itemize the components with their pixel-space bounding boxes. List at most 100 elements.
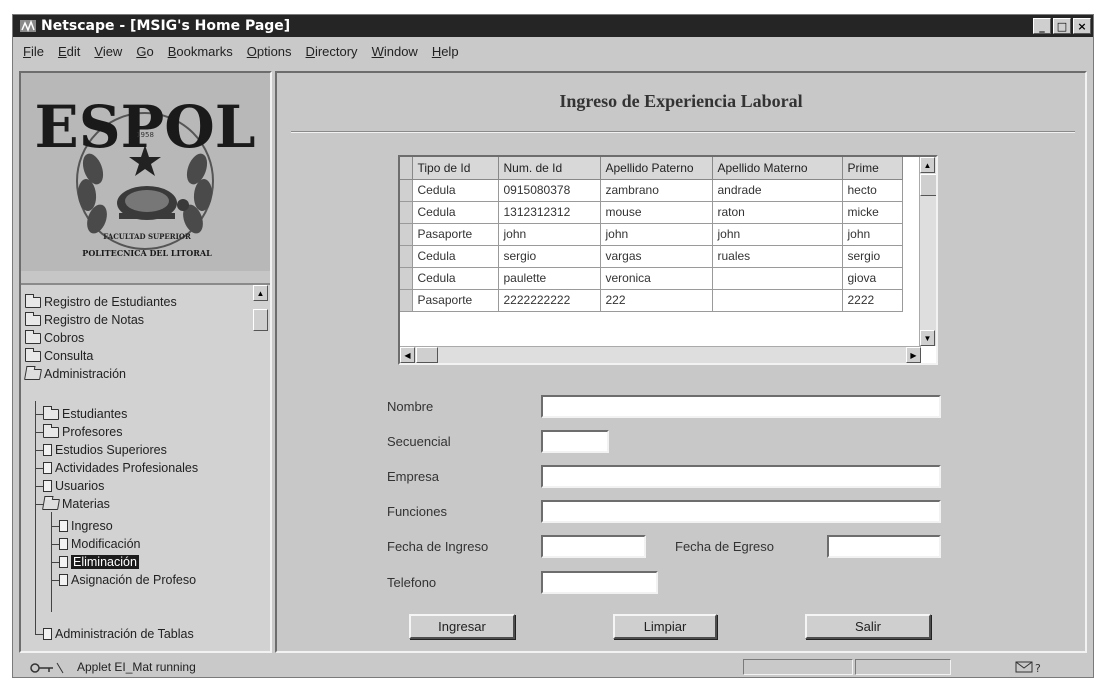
table-vertical-scrollbar[interactable]: ▲ ▼ [919, 157, 936, 346]
telefono-field[interactable] [541, 571, 658, 594]
table-cell[interactable]: andrade [712, 179, 843, 202]
table-row[interactable]: Cedula sergio vargas ruales sergio [400, 245, 903, 268]
fecha-ingreso-field[interactable] [541, 535, 646, 558]
menu-go[interactable]: Go [136, 44, 153, 59]
table-row[interactable]: Pasaporte john john john john [400, 223, 903, 246]
table-cell[interactable]: john [712, 223, 843, 246]
menu-bookmarks[interactable]: Bookmarks [168, 44, 233, 59]
scroll-thumb[interactable] [920, 174, 936, 196]
table-cell[interactable]: 222 [600, 289, 713, 312]
table-cell[interactable]: micke [842, 201, 903, 224]
table-cell[interactable]: john [600, 223, 713, 246]
tree-item-asignacion-profesor[interactable]: Asignación de Profeso [59, 571, 196, 589]
nombre-field[interactable] [541, 395, 941, 418]
tree-item-administracion[interactable]: Administración [24, 365, 126, 383]
table-row[interactable]: Cedula paulette veronica giova [400, 267, 903, 290]
salir-button[interactable]: Salir [805, 614, 931, 639]
table-row[interactable]: Cedula 1312312312 mouse raton micke [400, 201, 903, 224]
tree-item-materias[interactable]: Materias [42, 495, 110, 513]
scroll-down-icon[interactable]: ▼ [920, 330, 935, 346]
folder-open-icon [42, 498, 60, 510]
table-cell[interactable]: hecto [842, 179, 903, 202]
tree-item-profesores[interactable]: Profesores [43, 423, 122, 441]
table-cell[interactable] [712, 267, 843, 290]
menu-file[interactable]: File [23, 44, 44, 59]
funciones-field[interactable] [541, 500, 941, 523]
table-cell[interactable]: 2222 [842, 289, 903, 312]
tree-item-ingreso[interactable]: Ingreso [59, 517, 113, 535]
scroll-up-icon[interactable]: ▲ [920, 157, 935, 173]
column-header[interactable]: Tipo de Id [412, 157, 499, 180]
table-cell[interactable]: veronica [600, 267, 713, 290]
table-cell[interactable]: giova [842, 267, 903, 290]
tree-item-administracion-tablas[interactable]: Administración de Tablas [43, 625, 194, 643]
menu-help[interactable]: Help [432, 44, 459, 59]
minimize-button[interactable]: _ [1033, 18, 1051, 34]
tree-item-actividades-profesionales[interactable]: Actividades Profesionales [43, 459, 198, 477]
table-cell[interactable]: Cedula [412, 201, 499, 224]
column-header[interactable]: Apellido Materno [712, 157, 843, 180]
table-cell[interactable]: Cedula [412, 179, 499, 202]
table-cell[interactable]: Cedula [412, 267, 499, 290]
column-header[interactable]: Apellido Paterno [600, 157, 713, 180]
menu-options[interactable]: Options [247, 44, 292, 59]
ingresar-button[interactable]: Ingresar [409, 614, 515, 639]
table-cell[interactable]: vargas [600, 245, 713, 268]
tree-scrollbar[interactable]: ▲ [253, 285, 270, 345]
table-horizontal-scrollbar[interactable]: ◀ ▶ [400, 346, 921, 363]
table-cell[interactable]: sergio [498, 245, 601, 268]
menu-edit[interactable]: Edit [58, 44, 80, 59]
table-cell[interactable]: paulette [498, 267, 601, 290]
tree-item-eliminacion[interactable]: Eliminación [59, 553, 139, 571]
scroll-right-icon[interactable]: ▶ [906, 347, 921, 363]
tree-item-estudiantes[interactable]: Estudiantes [43, 405, 127, 423]
table-cell[interactable]: mouse [600, 201, 713, 224]
secuencial-field[interactable] [541, 430, 609, 453]
column-header[interactable]: Prime [842, 157, 903, 180]
table-cell[interactable]: Pasaporte [412, 289, 499, 312]
table-cell[interactable]: 2222222222 [498, 289, 601, 312]
empresa-field[interactable] [541, 465, 941, 488]
close-button[interactable]: × [1073, 18, 1091, 34]
limpiar-button[interactable]: Limpiar [613, 614, 717, 639]
scroll-thumb[interactable] [416, 347, 438, 363]
menu-view[interactable]: View [94, 44, 122, 59]
table-cell[interactable]: john [498, 223, 601, 246]
menu-directory[interactable]: Directory [306, 44, 358, 59]
scroll-left-icon[interactable]: ◀ [400, 347, 415, 363]
table-cell[interactable]: john [842, 223, 903, 246]
table-cell[interactable]: Cedula [412, 245, 499, 268]
row-selector[interactable] [400, 201, 413, 224]
scroll-thumb[interactable] [253, 309, 268, 331]
table-cell[interactable]: 1312312312 [498, 201, 601, 224]
tree-item-label: Cobros [44, 331, 85, 345]
tree-item-registro-notas[interactable]: Registro de Notas [25, 311, 144, 329]
fecha-egreso-field[interactable] [827, 535, 941, 558]
menu-window[interactable]: Window [372, 44, 418, 59]
tree-item-registro-estudiantes[interactable]: Registro de Estudiantes [25, 293, 177, 311]
tree-item-modificacion[interactable]: Modificación [59, 535, 140, 553]
row-selector[interactable] [400, 245, 413, 268]
row-selector[interactable] [400, 223, 413, 246]
table-row[interactable]: Cedula 0915080378 zambrano andrade hecto [400, 179, 903, 202]
row-selector[interactable] [400, 289, 413, 312]
table-cell[interactable]: 0915080378 [498, 179, 601, 202]
table-row[interactable]: Pasaporte 2222222222 222 2222 [400, 289, 903, 312]
records-table[interactable]: Tipo de Id Num. de Id Apellido Paterno A… [398, 155, 938, 365]
table-cell[interactable]: sergio [842, 245, 903, 268]
table-cell[interactable]: Pasaporte [412, 223, 499, 246]
tree-item-usuarios[interactable]: Usuarios [43, 477, 104, 495]
table-cell[interactable]: raton [712, 201, 843, 224]
column-header[interactable]: Num. de Id [498, 157, 601, 180]
table-cell[interactable]: ruales [712, 245, 843, 268]
scroll-up-icon[interactable]: ▲ [253, 285, 268, 301]
maximize-button[interactable]: □ [1053, 18, 1071, 34]
row-selector[interactable] [400, 267, 413, 290]
table-cell[interactable]: zambrano [600, 179, 713, 202]
table-cell[interactable] [712, 289, 843, 312]
tree-item-cobros[interactable]: Cobros [25, 329, 84, 347]
tree-item-estudios-superiores[interactable]: Estudios Superiores [43, 441, 167, 459]
tree-item-consulta[interactable]: Consulta [25, 347, 93, 365]
mail-icon[interactable]: ? [1015, 660, 1043, 674]
row-selector[interactable] [400, 179, 413, 202]
